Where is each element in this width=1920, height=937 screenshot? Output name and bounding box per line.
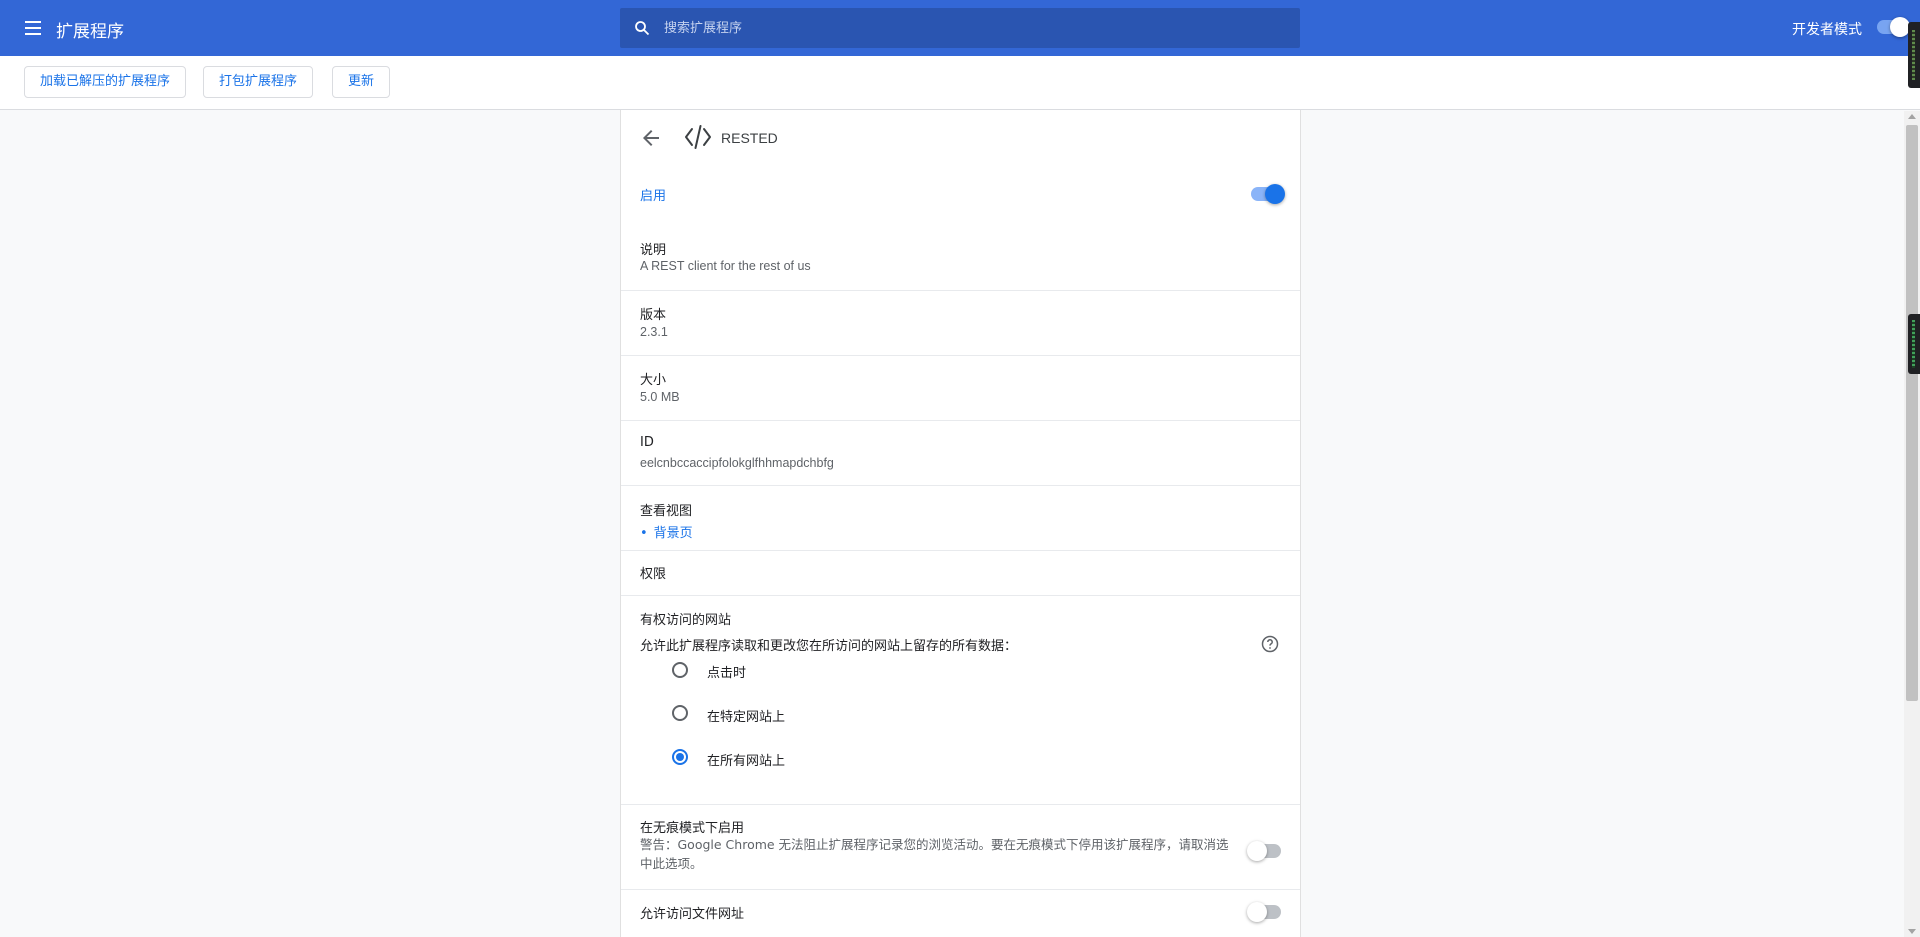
radio-label-all-sites: 在所有网站上 xyxy=(707,754,786,769)
version-row: 版本 2.3.1 xyxy=(621,290,1300,355)
search-icon xyxy=(635,21,650,36)
incognito-label: 在无痕模式下启用 xyxy=(640,821,745,836)
dev-mode-toggle[interactable] xyxy=(1877,17,1910,37)
size-row: 大小 5.0 MB xyxy=(621,355,1300,420)
extension-name: RESTED xyxy=(721,130,778,146)
dev-toolbar: 加载已解压的扩展程序 打包扩展程序 更新 xyxy=(0,56,1920,110)
site-access-title: 有权访问的网站 xyxy=(640,613,732,628)
extension-detail-card: RESTED 启用 说明 A REST client for the rest … xyxy=(620,110,1301,937)
scrollbar[interactable] xyxy=(1904,111,1920,937)
inspect-views-label: 查看视图 xyxy=(640,504,693,519)
description-value: A REST client for the rest of us xyxy=(640,259,811,273)
incognito-row: 在无痕模式下启用 警告：Google Chrome 无法阻止扩展程序记录您的浏览… xyxy=(621,804,1300,889)
code-icon xyxy=(685,125,711,149)
menu-icon[interactable] xyxy=(20,16,46,40)
help-icon[interactable] xyxy=(1261,635,1279,653)
scroll-marker xyxy=(1908,314,1920,374)
inspect-views-row: 查看视图 背景页 xyxy=(621,485,1300,550)
load-unpacked-button[interactable]: 加载已解压的扩展程序 xyxy=(24,66,187,98)
permissions-row: 权限 xyxy=(621,550,1300,595)
size-value: 5.0 MB xyxy=(640,390,680,404)
site-access-prompt: 允许此扩展程序读取和更改您在所访问的网站上留存的所有数据： xyxy=(640,639,1018,654)
description-label: 说明 xyxy=(640,243,667,258)
file-urls-row: 允许访问文件网址 xyxy=(621,889,1300,937)
id-value: eelcnbccaccipfolokglfhhmapdchbfg xyxy=(640,456,834,470)
enabled-label: 启用 xyxy=(640,189,667,204)
size-label: 大小 xyxy=(640,373,667,388)
search-input[interactable] xyxy=(664,8,1284,48)
radio-specific-sites[interactable] xyxy=(672,705,688,721)
incognito-toggle[interactable] xyxy=(1247,841,1281,861)
update-button[interactable]: 更新 xyxy=(332,66,391,98)
site-access-section: 有权访问的网站 允许此扩展程序读取和更改您在所访问的网站上留存的所有数据： 点击… xyxy=(621,595,1300,814)
search-box[interactable] xyxy=(620,8,1300,48)
radio-label-on-click: 点击时 xyxy=(707,666,747,681)
radio-on-click[interactable] xyxy=(672,662,688,678)
scroll-down-arrow[interactable] xyxy=(1908,929,1916,934)
radio-all-sites[interactable] xyxy=(672,749,688,765)
top-bar: 扩展程序 开发者模式 xyxy=(0,0,1920,56)
permissions-label: 权限 xyxy=(640,567,667,582)
description-row: 说明 A REST client for the rest of us xyxy=(621,230,1300,290)
id-label: ID xyxy=(640,435,654,450)
version-label: 版本 xyxy=(640,308,667,323)
pack-extension-button[interactable]: 打包扩展程序 xyxy=(203,66,314,98)
id-row: ID eelcnbccaccipfolokglfhhmapdchbfg xyxy=(621,420,1300,485)
back-arrow-icon[interactable] xyxy=(639,126,663,150)
side-panel-handle[interactable] xyxy=(1908,22,1920,88)
scroll-up-arrow[interactable] xyxy=(1908,114,1916,119)
page-title: 扩展程序 xyxy=(56,22,124,42)
version-value: 2.3.1 xyxy=(640,325,668,339)
radio-label-specific-sites: 在特定网站上 xyxy=(707,710,786,725)
scroll-thumb[interactable] xyxy=(1906,125,1918,701)
dev-mode-label: 开发者模式 xyxy=(1792,22,1862,38)
background-page-link[interactable]: 背景页 xyxy=(640,522,693,541)
incognito-warning: 警告：Google Chrome 无法阻止扩展程序记录您的浏览活动。要在无痕模式… xyxy=(640,837,1229,871)
file-urls-toggle[interactable] xyxy=(1247,902,1281,922)
enable-toggle[interactable] xyxy=(1251,184,1285,204)
file-urls-label: 允许访问文件网址 xyxy=(640,907,745,922)
